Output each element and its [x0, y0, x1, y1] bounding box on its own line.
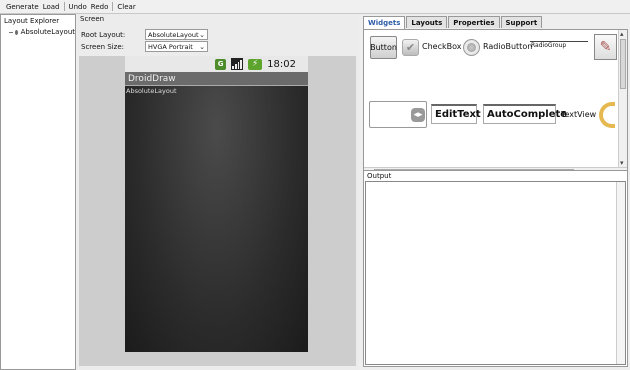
widget-radiobutton-label[interactable]: RadioButton [483, 42, 532, 51]
root-layout-select[interactable]: AbsoluteLayout ⌄ [145, 29, 208, 40]
device-preview-area: G ⚡ 18:02 DroidDraw AbsoluteLayout [79, 56, 356, 366]
screen-size-value: HVGA Portrait [148, 42, 193, 51]
right-panel: Widgets Layouts Properties Support Butto… [361, 14, 630, 370]
toolbar: Generate Load Undo Redo Clear [0, 0, 630, 14]
widgets-vertical-scrollbar[interactable]: ▴ ▾ [618, 30, 627, 167]
radio-button-icon[interactable] [463, 39, 480, 56]
battery-charging-icon: ⚡ [248, 58, 263, 70]
tab-support[interactable]: Support [500, 16, 543, 28]
output-panel: Output [363, 170, 628, 367]
status-time: 18:02 [267, 58, 296, 70]
screen-size-label: Screen Size: [81, 42, 125, 51]
widget-radiogroup[interactable]: RadioGroup [530, 41, 588, 51]
tree-node-icon [14, 29, 18, 35]
absolutelayout-element[interactable]: AbsoluteLayout [125, 87, 308, 95]
tab-widgets[interactable]: Widgets [363, 16, 406, 29]
toolbar-separator [112, 2, 114, 11]
undo-button[interactable]: Undo [67, 3, 89, 11]
root-layout-value: AbsoluteLayout [148, 30, 199, 39]
phone-app-title-bar: DroidDraw [125, 72, 308, 86]
screen-title: Screen [80, 15, 105, 23]
screen-size-select[interactable]: HVGA Portrait ⌄ [145, 41, 208, 52]
widget-button[interactable]: Button [370, 36, 397, 59]
paintbrush-icon[interactable]: ✎ [594, 34, 617, 60]
widget-checkbox-label[interactable]: CheckBox [422, 42, 461, 51]
root-layout-row: Root Layout: AbsoluteLayout ⌄ [81, 29, 208, 40]
scroll-down-icon[interactable]: ▾ [620, 159, 624, 167]
generate-button[interactable]: Generate [4, 3, 41, 11]
screen-size-row: Screen Size: HVGA Portrait ⌄ [81, 41, 208, 52]
screen-panel: Screen Root Layout: AbsoluteLayout ⌄ Scr… [77, 14, 359, 370]
widgets-palette: Button ✔ CheckBox RadioButton RadioGroup… [363, 29, 628, 178]
palette-tabs: Widgets Layouts Properties Support [363, 16, 543, 29]
clear-button[interactable]: Clear [115, 3, 137, 11]
tab-properties[interactable]: Properties [448, 16, 500, 28]
network-g-icon: G [215, 58, 227, 70]
spinner-arrows-icon: ◂▸ [411, 108, 425, 122]
load-button[interactable]: Load [41, 3, 62, 11]
tab-layouts[interactable]: Layouts [406, 16, 448, 28]
tree-item-absolutelayout[interactable]: AbsoluteLayout [1, 27, 75, 37]
tree-item-label: AbsoluteLayout [20, 28, 75, 36]
tree-connector-line [9, 31, 13, 33]
output-title: Output [367, 172, 392, 180]
widget-spinner[interactable]: ◂▸ [369, 101, 427, 128]
widget-autocomplete[interactable]: AutoComplete [483, 104, 567, 124]
output-scrollbar[interactable] [616, 182, 625, 364]
widget-edittext[interactable]: EditText [431, 104, 481, 124]
output-textarea[interactable] [365, 181, 626, 365]
vertical-scroll-thumb[interactable] [620, 39, 626, 89]
redo-button[interactable]: Redo [89, 3, 111, 11]
toolbar-separator [63, 2, 65, 11]
root-layout-label: Root Layout: [81, 30, 126, 39]
layout-explorer-panel: Layout Explorer AbsoluteLayout [0, 14, 76, 370]
chevron-down-icon: ⌄ [199, 43, 205, 51]
chevron-down-icon: ⌄ [199, 31, 205, 39]
layout-explorer-title: Layout Explorer [4, 17, 60, 25]
widget-textview[interactable]: TextView [561, 110, 596, 119]
phone-screen-canvas[interactable]: G ⚡ 18:02 DroidDraw AbsoluteLayout [125, 56, 308, 352]
signal-strength-icon [231, 58, 244, 70]
checkbox-icon[interactable]: ✔ [402, 39, 419, 56]
scroll-up-icon[interactable]: ▴ [620, 30, 624, 38]
phone-status-bar: G ⚡ 18:02 [125, 56, 308, 72]
progress-spinner-icon[interactable] [599, 102, 615, 128]
